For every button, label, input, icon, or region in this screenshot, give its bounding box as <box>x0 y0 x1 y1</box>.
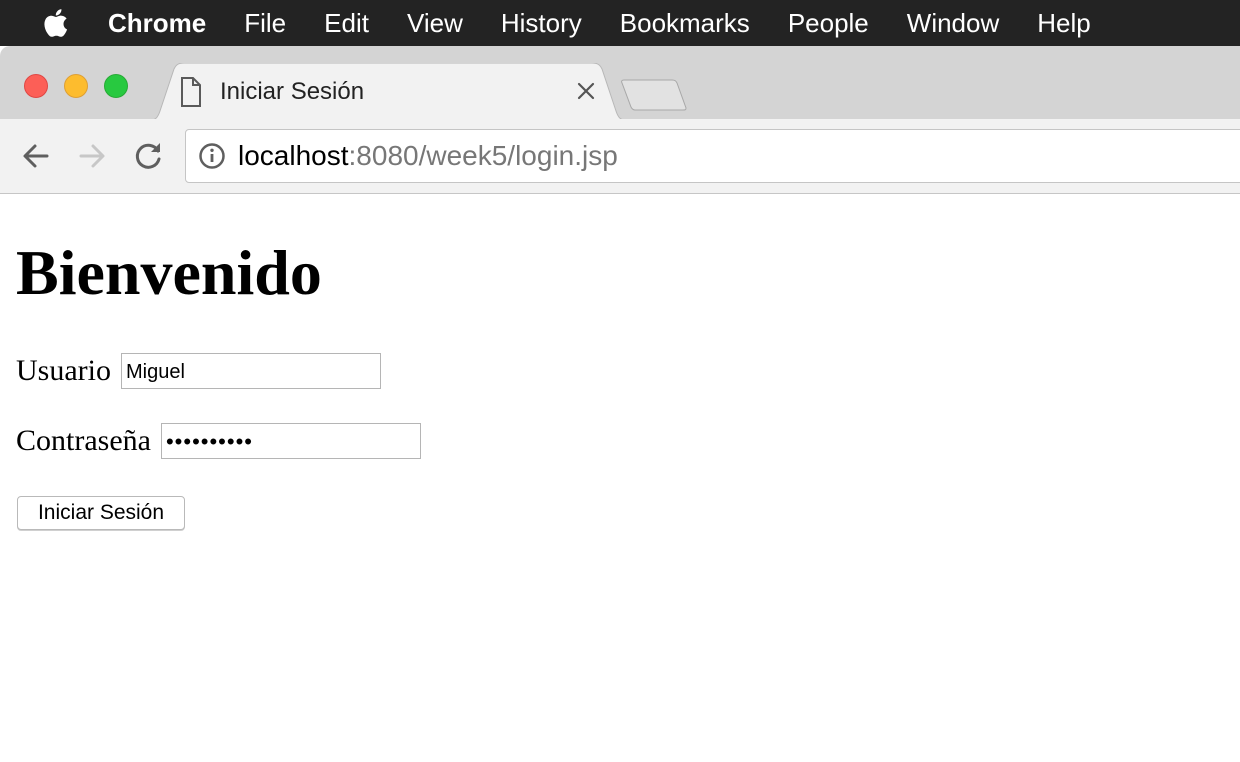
username-field[interactable]: Miguel <box>120 353 381 389</box>
menu-view[interactable]: View <box>407 0 463 46</box>
password-row: Contraseña •••••••••• <box>16 423 421 459</box>
menu-history[interactable]: History <box>501 0 582 46</box>
url-path: :8080/week5/login.jsp <box>348 140 618 171</box>
close-icon[interactable] <box>574 79 598 103</box>
login-button[interactable]: Iniciar Sesión <box>17 496 185 530</box>
menu-window[interactable]: Window <box>907 0 999 46</box>
window-zoom-button[interactable] <box>104 74 128 98</box>
page-content: Bienvenido Usuario Miguel Contraseña •••… <box>0 195 1240 762</box>
arrow-right-icon[interactable] <box>75 139 109 173</box>
username-row: Usuario Miguel <box>16 353 381 389</box>
arrow-left-icon[interactable] <box>19 139 53 173</box>
window-minimize-button[interactable] <box>64 74 88 98</box>
url-host: localhost <box>238 140 349 171</box>
username-label: Usuario <box>16 354 111 387</box>
window-close-button[interactable] <box>24 74 48 98</box>
url-text: localhost:8080/week5/login.jsp <box>238 138 618 174</box>
password-field[interactable]: •••••••••• <box>160 423 421 459</box>
menu-people[interactable]: People <box>788 0 869 46</box>
tab-active[interactable]: Iniciar Sesión <box>146 63 630 121</box>
menu-help[interactable]: Help <box>1037 0 1090 46</box>
address-bar[interactable]: localhost:8080/week5/login.jsp <box>185 129 1240 183</box>
menu-file[interactable]: File <box>244 0 286 46</box>
browser-toolbar: localhost:8080/week5/login.jsp <box>0 119 1240 194</box>
menu-bar: Chrome File Edit View History Bookmarks … <box>0 0 1240 46</box>
page-title: Bienvenido <box>16 237 322 308</box>
info-icon[interactable] <box>198 142 226 170</box>
password-label: Contraseña <box>16 424 151 457</box>
reload-icon[interactable] <box>131 139 165 173</box>
menu-edit[interactable]: Edit <box>324 0 369 46</box>
new-tab-icon[interactable] <box>620 78 690 112</box>
apple-logo-icon[interactable] <box>40 0 70 46</box>
tab-strip: Iniciar Sesión <box>0 46 1240 121</box>
document-icon <box>180 77 202 107</box>
menu-app-name[interactable]: Chrome <box>108 0 206 46</box>
tab-title: Iniciar Sesión <box>220 78 365 105</box>
menu-bookmarks[interactable]: Bookmarks <box>620 0 750 46</box>
